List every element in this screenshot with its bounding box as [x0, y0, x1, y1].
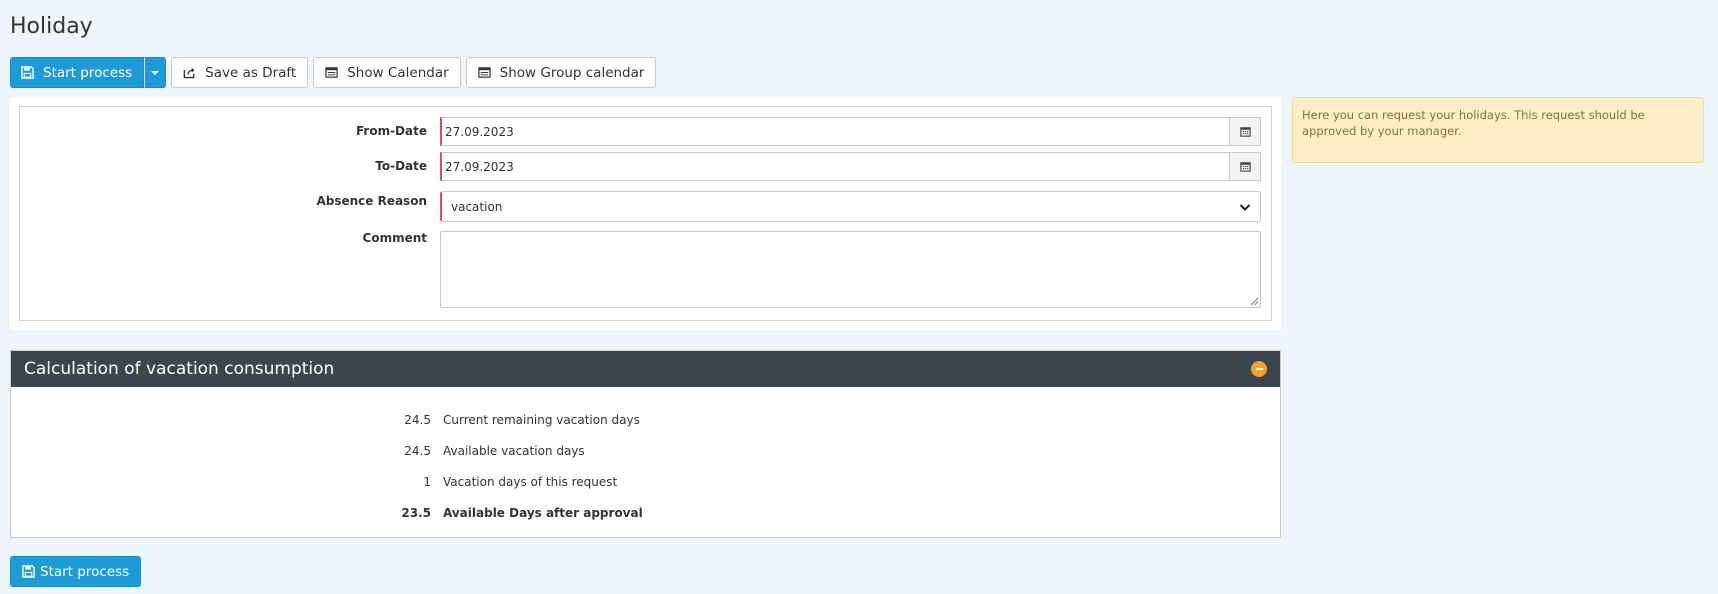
absence-reason-row: Absence Reason vacation — [20, 191, 1271, 222]
calc-value: 23.5 — [401, 506, 431, 520]
calendar-list-icon — [325, 67, 338, 78]
to-date-value: 27.09.2023 — [445, 159, 514, 174]
calc-label: Vacation days of this request — [443, 475, 618, 489]
from-date-row: From-Date 27.09.2023 — [20, 117, 1271, 146]
absence-reason-value: vacation — [451, 199, 503, 214]
to-date-label: To-Date — [375, 159, 427, 173]
to-date-row: To-Date 27.09.2023 — [20, 152, 1271, 181]
start-process-label: Start process — [43, 64, 133, 81]
to-date-field[interactable]: 27.09.2023 — [440, 152, 1261, 181]
start-process-split-button: Start process — [10, 57, 167, 88]
absence-reason-label: Absence Reason — [316, 194, 427, 208]
info-message: Here you can request your holidays. This… — [1292, 97, 1704, 163]
from-date-field[interactable]: 27.09.2023 — [440, 117, 1261, 146]
show-calendar-label: Show Calendar — [347, 64, 449, 81]
from-date-value: 27.09.2023 — [445, 124, 514, 139]
holiday-form: From-Date 27.09.2023 To-Date 27.09.2023 … — [19, 106, 1272, 321]
caret-down-icon — [151, 70, 160, 75]
from-date-label: From-Date — [355, 124, 427, 138]
calculation-header: Calculation of vacation consumption — [11, 351, 1280, 387]
start-process-button[interactable]: Start process — [10, 57, 145, 88]
start-process-bottom-button[interactable]: Start process — [10, 556, 142, 587]
show-group-calendar-label: Show Group calendar — [499, 64, 645, 81]
start-process-bottom-label: Start process — [40, 563, 130, 580]
resize-grip-icon[interactable] — [1250, 297, 1259, 306]
calc-label: Current remaining vacation days — [443, 413, 640, 427]
chevron-down-icon — [1239, 203, 1251, 211]
holiday-page: Holiday Start process Save as Draft Show… — [0, 0, 1718, 594]
calendar-icon — [1239, 127, 1251, 137]
comment-textarea[interactable] — [440, 231, 1261, 308]
calc-value: 1 — [423, 475, 431, 489]
save-icon — [21, 66, 34, 79]
from-date-calendar-button[interactable] — [1229, 118, 1260, 145]
calc-label: Available vacation days — [443, 444, 585, 458]
to-date-calendar-button[interactable] — [1229, 153, 1260, 180]
calendar-list-icon — [477, 67, 491, 78]
calculation-panel: Calculation of vacation consumption 24.5… — [10, 350, 1281, 538]
share-icon — [183, 67, 195, 79]
save-draft-button[interactable]: Save as Draft — [171, 57, 309, 88]
comment-row: Comment — [20, 231, 1271, 308]
comment-label: Comment — [362, 231, 427, 245]
calc-value: 24.5 — [404, 413, 431, 427]
save-draft-label: Save as Draft — [205, 64, 297, 81]
calculation-title: Calculation of vacation consumption — [24, 359, 335, 379]
calendar-icon — [1239, 162, 1251, 172]
holiday-form-panel: From-Date 27.09.2023 To-Date 27.09.2023 … — [10, 97, 1281, 330]
show-group-calendar-button[interactable]: Show Group calendar — [465, 57, 657, 88]
show-calendar-button[interactable]: Show Calendar — [313, 57, 461, 88]
start-process-dropdown-toggle[interactable] — [144, 57, 167, 88]
calc-label: Available Days after approval — [443, 506, 643, 520]
save-icon — [22, 565, 35, 578]
page-title: Holiday — [10, 14, 93, 39]
collapse-icon[interactable] — [1251, 361, 1267, 377]
absence-reason-select[interactable]: vacation — [440, 191, 1261, 222]
toolbar: Start process Save as Draft Show Calenda… — [10, 57, 657, 88]
calc-value: 24.5 — [404, 444, 431, 458]
